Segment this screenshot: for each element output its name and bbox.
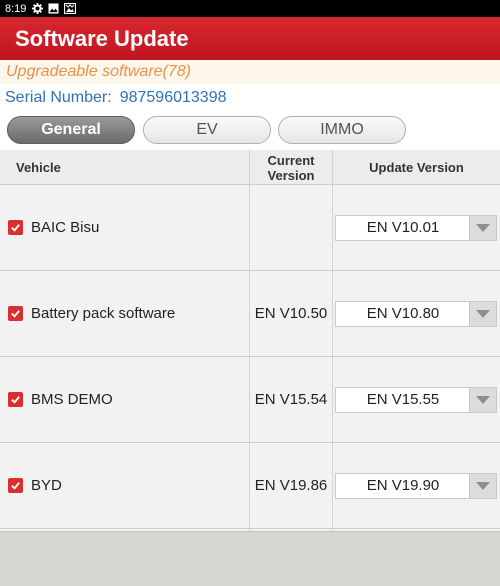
current-version: EN V15.54 bbox=[254, 391, 328, 408]
table-row[interactable]: BYD EN V19.86 EN V19.90 bbox=[0, 443, 500, 529]
chevron-down-icon[interactable] bbox=[469, 387, 496, 412]
chevron-down-icon[interactable] bbox=[469, 215, 496, 240]
header-update-version: Update Version bbox=[369, 160, 464, 175]
update-version-value: EN V10.80 bbox=[366, 305, 440, 322]
status-bar: 8:19 bbox=[0, 0, 500, 17]
header-vehicle: Vehicle bbox=[16, 160, 61, 175]
category-tabs: General EV IMMO bbox=[0, 114, 500, 148]
table-row[interactable]: Battery pack software EN V10.50 EN V10.8… bbox=[0, 271, 500, 357]
row-checkbox[interactable] bbox=[8, 478, 23, 493]
chevron-down-icon[interactable] bbox=[469, 473, 496, 498]
serial-number-row: Serial Number: 987596013398 bbox=[0, 84, 500, 112]
current-version: EN V10.50 bbox=[254, 305, 328, 322]
update-version-cell: EN V19.90 bbox=[333, 443, 500, 528]
status-time: 8:19 bbox=[5, 2, 27, 15]
software-table: Vehicle Current Version Update Version B… bbox=[0, 150, 500, 531]
vehicle-cell: Battery pack software bbox=[8, 271, 248, 356]
upgradeable-count: Upgradeable software(78) bbox=[6, 63, 191, 80]
current-version bbox=[250, 185, 332, 270]
vehicle-name: BMS DEMO bbox=[31, 391, 113, 408]
tab-ev[interactable]: EV bbox=[143, 116, 271, 144]
app-bar: Software Update bbox=[0, 17, 500, 60]
serial-number-value: 987596013398 bbox=[119, 89, 227, 106]
update-version-value: EN V10.01 bbox=[366, 219, 440, 236]
row-checkbox[interactable] bbox=[8, 220, 23, 235]
update-version-cell: EN V10.80 bbox=[333, 271, 500, 356]
update-version-cell: EN V10.01 bbox=[333, 185, 500, 270]
row-checkbox[interactable] bbox=[8, 306, 23, 321]
vehicle-name: BYD bbox=[31, 477, 62, 494]
column-divider bbox=[332, 150, 333, 531]
update-version-select[interactable]: EN V15.55 bbox=[335, 386, 497, 413]
bottom-action-bar bbox=[0, 531, 500, 586]
settings-gear-icon bbox=[32, 3, 44, 14]
update-version-select[interactable]: EN V10.01 bbox=[335, 214, 497, 241]
tab-immo[interactable]: IMMO bbox=[278, 116, 406, 144]
header-current-version: Current Version bbox=[267, 152, 315, 183]
serial-number-label: Serial Number: bbox=[5, 89, 112, 106]
update-version-select[interactable]: EN V19.90 bbox=[335, 472, 497, 499]
chevron-down-icon[interactable] bbox=[469, 301, 496, 326]
update-version-select[interactable]: EN V10.80 bbox=[335, 300, 497, 327]
page-title: Software Update bbox=[15, 25, 189, 51]
upgradeable-banner: Upgradeable software(78) bbox=[0, 60, 500, 84]
column-divider bbox=[249, 150, 250, 531]
update-version-value: EN V15.55 bbox=[366, 391, 440, 408]
table-row[interactable]: BAIC Bisu EN V10.01 bbox=[0, 185, 500, 271]
table-row[interactable]: BMS DEMO EN V15.54 EN V15.55 bbox=[0, 357, 500, 443]
vehicle-cell: BAIC Bisu bbox=[8, 185, 248, 270]
table-header: Vehicle Current Version Update Version bbox=[0, 150, 500, 185]
gallery-icon bbox=[64, 3, 77, 14]
vehicle-cell: BMS DEMO bbox=[8, 357, 248, 442]
row-checkbox[interactable] bbox=[8, 392, 23, 407]
image-icon bbox=[48, 3, 59, 14]
vehicle-name: Battery pack software bbox=[31, 305, 176, 322]
current-version: EN V19.86 bbox=[254, 477, 328, 494]
update-version-cell: EN V15.55 bbox=[333, 357, 500, 442]
vehicle-cell: BYD bbox=[8, 443, 248, 528]
tab-general[interactable]: General bbox=[7, 116, 135, 144]
vehicle-name: BAIC Bisu bbox=[31, 219, 100, 236]
update-version-value: EN V19.90 bbox=[366, 477, 440, 494]
